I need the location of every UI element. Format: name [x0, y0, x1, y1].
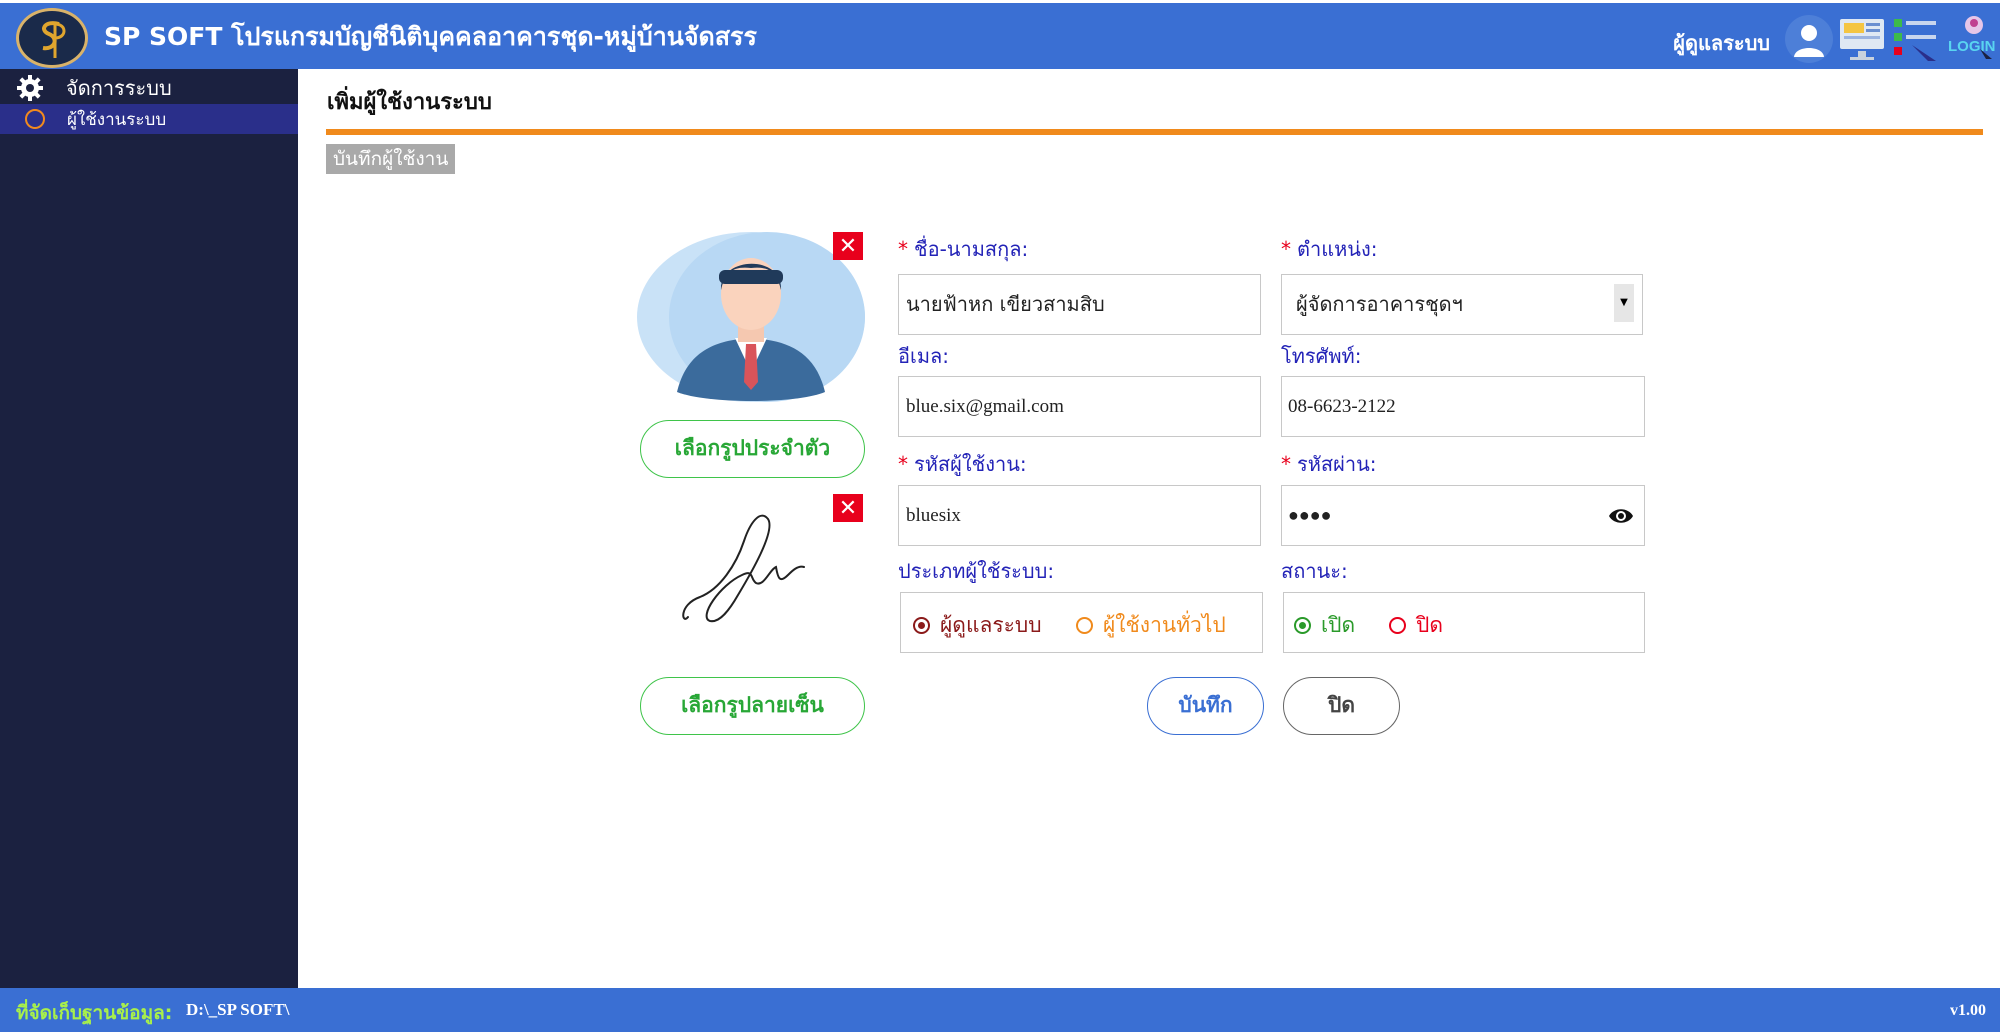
circle-icon	[25, 109, 45, 129]
position-select[interactable]: ผู้จัดการอาคารชุดฯ ▼	[1281, 274, 1643, 335]
required-mark: *	[898, 452, 908, 476]
choose-signature-button[interactable]: เลือกรูปลายเซ็น	[640, 677, 865, 735]
required-mark: *	[1281, 237, 1291, 261]
status-group: เปิด ปิด	[1283, 592, 1645, 653]
password-mask: ●●●●	[1288, 505, 1332, 525]
radio-status-closed[interactable]: ปิด	[1389, 609, 1443, 642]
radio-dot-icon	[1294, 617, 1311, 634]
page-title: เพิ่มผู้ใช้งานระบบ	[327, 90, 492, 115]
password-label: * รหัสผ่าน:	[1281, 452, 1377, 476]
phone-label: โทรศัพท์:	[1281, 344, 1362, 368]
user-avatar-icon[interactable]	[1785, 15, 1833, 63]
title-divider	[326, 129, 1983, 135]
status-bar: ที่จัดเก็บฐานข้อมูล: D:\_SP SOFT\ v1.00	[0, 988, 2000, 1032]
username-field[interactable]: bluesix	[898, 485, 1261, 546]
login-text: LOGIN	[1948, 38, 1996, 55]
status-label: สถานะ:	[1281, 559, 1348, 583]
sp-logo-icon	[42, 21, 66, 58]
list-icon[interactable]	[1892, 15, 1944, 63]
radio-admin[interactable]: ผู้ดูแลระบบ	[913, 609, 1042, 642]
remove-signature-button[interactable]: ✕	[833, 494, 863, 522]
version-label: v1.00	[1950, 1002, 1986, 1019]
required-mark: *	[1281, 452, 1291, 476]
name-field[interactable]: นายฟ้าหก เขียวสามสิบ	[898, 274, 1261, 335]
monitor-icon[interactable]	[1838, 15, 1888, 63]
sidebar-item-label: ผู้ใช้งานระบบ	[67, 109, 167, 130]
login-icon[interactable]: LOGIN	[1948, 13, 1998, 63]
sidebar-item-users[interactable]: ผู้ใช้งานระบบ	[0, 104, 298, 134]
username-label: * รหัสผู้ใช้งาน:	[898, 452, 1027, 476]
radio-general-user[interactable]: ผู้ใช้งานทั่วไป	[1076, 609, 1226, 642]
radio-dot-icon	[1076, 617, 1093, 634]
radio-open-label: เปิด	[1321, 613, 1356, 637]
required-mark: *	[898, 237, 908, 261]
name-label: * ชื่อ-นามสกุล:	[898, 237, 1029, 261]
choose-photo-button[interactable]: เลือกรูปประจำตัว	[640, 420, 865, 478]
current-user-role: ผู้ดูแลระบบ	[1673, 31, 1770, 55]
close-button[interactable]: ปิด	[1283, 677, 1400, 735]
position-label: * ตำแหน่ง:	[1281, 237, 1378, 261]
save-button[interactable]: บันทึก	[1147, 677, 1264, 735]
remove-photo-button[interactable]: ✕	[833, 232, 863, 260]
db-location-label: ที่จัดเก็บฐานข้อมูล:	[16, 1002, 173, 1024]
tab-save-user[interactable]: บันทึกผู้ใช้งาน	[326, 144, 456, 174]
position-selected-value: ผู้จัดการอาคารชุดฯ	[1296, 292, 1463, 316]
profile-photo	[637, 232, 865, 402]
app-title: SP SOFT โปรแกรมบัญชีนิติบุคคลอาคารชุด-หม…	[104, 22, 757, 51]
db-path: D:\_SP SOFT\	[186, 1000, 290, 1019]
radio-dot-icon	[1389, 617, 1406, 634]
sidebar-group-system[interactable]: จัดการระบบ	[0, 73, 298, 103]
radio-general-user-label: ผู้ใช้งานทั่วไป	[1103, 613, 1226, 637]
app-header: SP SOFT โปรแกรมบัญชีนิติบุคคลอาคารชุด-หม…	[0, 0, 2000, 69]
email-field[interactable]: blue.six@gmail.com	[898, 376, 1261, 437]
sidebar: จัดการระบบ ผู้ใช้งานระบบ	[0, 69, 298, 988]
gear-icon	[17, 75, 43, 101]
radio-closed-label: ปิด	[1416, 613, 1443, 637]
radio-dot-icon	[913, 617, 930, 634]
user-type-label: ประเภทผู้ใช้ระบบ:	[898, 559, 1055, 583]
radio-status-open[interactable]: เปิด	[1294, 609, 1355, 642]
phone-field[interactable]: 08-6623-2122	[1281, 376, 1645, 437]
sidebar-group-label: จัดการระบบ	[66, 76, 172, 100]
chevron-down-icon[interactable]: ▼	[1614, 284, 1634, 322]
email-label: อีเมล:	[898, 344, 950, 368]
password-field[interactable]: ●●●●	[1281, 485, 1645, 546]
radio-admin-label: ผู้ดูแลระบบ	[940, 613, 1042, 637]
app-logo	[16, 8, 88, 68]
eye-icon[interactable]	[1608, 504, 1634, 528]
signature-image	[682, 514, 805, 623]
user-type-group: ผู้ดูแลระบบ ผู้ใช้งานทั่วไป	[900, 592, 1263, 653]
